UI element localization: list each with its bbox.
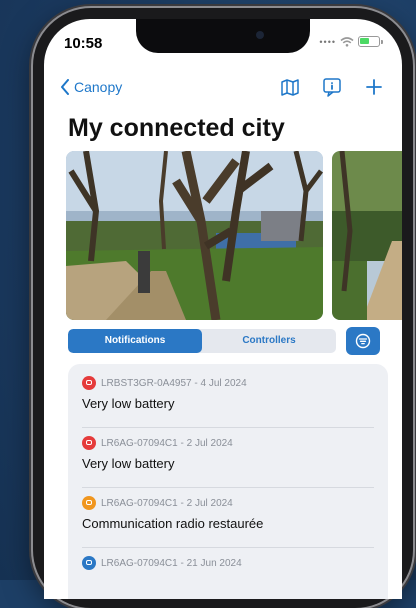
park-photo[interactable]: [66, 151, 323, 320]
park-photo-secondary[interactable]: [332, 151, 402, 320]
notification-device: LRBST3GR-0A4957 - 4 Jul 2024: [101, 377, 247, 389]
wifi-icon: [340, 36, 354, 47]
navigation-bar: Canopy: [44, 77, 402, 101]
list-item[interactable]: LR6AG-07094C1 - 21 Jun 2024: [82, 550, 374, 599]
segmented-control: Notifications Controllers: [68, 329, 336, 353]
notification-device: LR6AG-07094C1 - 21 Jun 2024: [101, 557, 242, 569]
back-label: Canopy: [74, 79, 123, 95]
list-item[interactable]: LRBST3GR-0A4957 - 4 Jul 2024 Very low ba…: [82, 370, 374, 428]
status-time: 10:58: [64, 35, 103, 52]
plus-icon[interactable]: [364, 77, 384, 97]
divider: [82, 547, 374, 548]
camera-icon: [256, 31, 264, 39]
notch: [136, 19, 310, 53]
chevron-left-icon: [61, 79, 69, 95]
phone-screen: 10:58 •••• Canopy My connected city Noti…: [44, 19, 402, 599]
map-icon[interactable]: [280, 77, 300, 97]
battery-icon: [358, 36, 383, 47]
notification-device: LR6AG-07094C1 - 2 Jul 2024: [101, 437, 233, 449]
alert-dot-icon: [82, 376, 96, 390]
status-indicators: ••••: [319, 36, 383, 47]
alert-dot-icon: [82, 436, 96, 450]
notification-device: LR6AG-07094C1 - 2 Jul 2024: [101, 497, 233, 509]
notification-list: LRBST3GR-0A4957 - 4 Jul 2024 Very low ba…: [68, 364, 388, 599]
divider: [82, 487, 374, 488]
list-item[interactable]: LR6AG-07094C1 - 2 Jul 2024 Very low batt…: [82, 430, 374, 488]
notification-message: Very low battery: [82, 396, 175, 411]
page-title: My connected city: [68, 114, 285, 142]
info-dot-icon: [82, 556, 96, 570]
filter-button[interactable]: [346, 327, 380, 355]
nav-actions: [280, 77, 384, 97]
divider: [82, 427, 374, 428]
back-button[interactable]: Canopy: [60, 79, 122, 95]
warning-dot-icon: [82, 496, 96, 510]
tab-controllers[interactable]: Controllers: [202, 329, 336, 353]
tab-notifications[interactable]: Notifications: [68, 329, 202, 353]
info-bubble-icon[interactable]: [322, 77, 342, 97]
filter-icon: [355, 333, 371, 349]
signal-icon: ••••: [319, 36, 336, 47]
notification-message: Communication radio restaurée: [82, 516, 264, 531]
notification-message: Very low battery: [82, 456, 175, 471]
list-item[interactable]: LR6AG-07094C1 - 2 Jul 2024 Communication…: [82, 490, 374, 548]
